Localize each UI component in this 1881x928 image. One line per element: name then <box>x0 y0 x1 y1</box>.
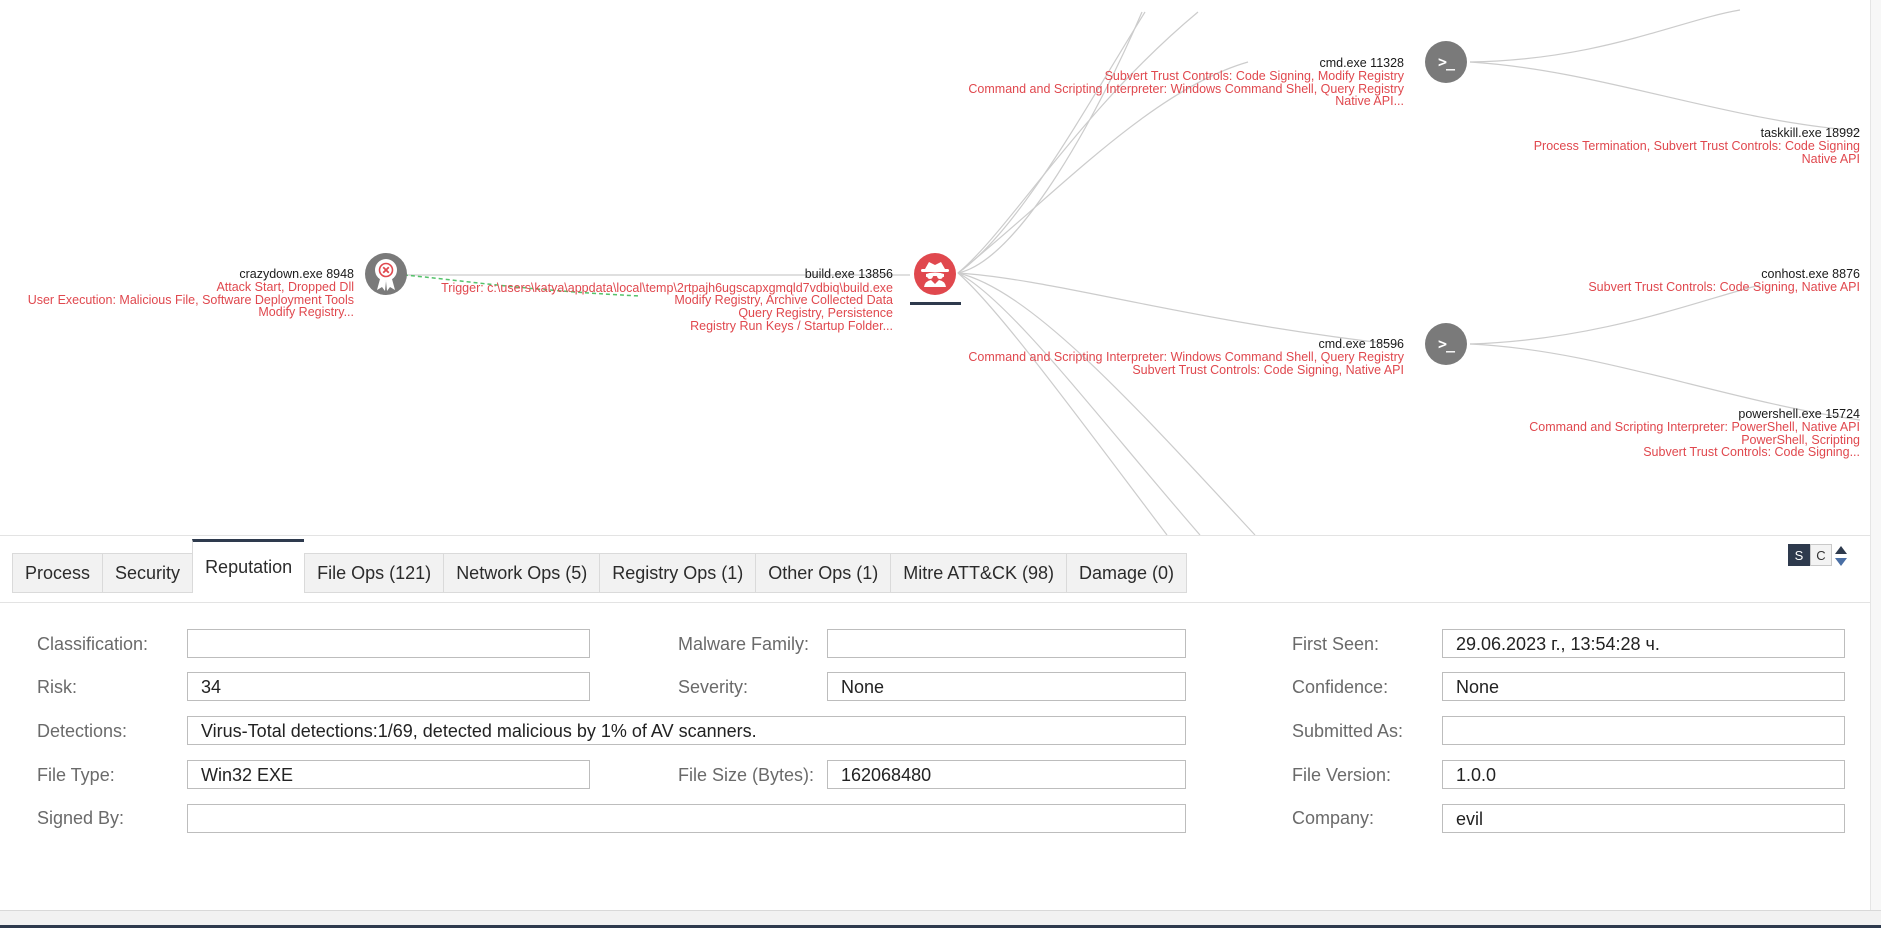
details-tabs: Process Security Reputation File Ops (12… <box>12 539 1188 593</box>
terminal-icon[interactable]: >_ <box>1425 41 1467 83</box>
company-field[interactable]: evil <box>1442 804 1845 833</box>
node-name: taskkill.exe 18992 <box>1760 126 1860 140</box>
technique-line: Process Termination, Subvert Trust Contr… <box>1533 138 1860 153</box>
malware-family-label: Malware Family: <box>678 634 810 654</box>
tab-other-ops[interactable]: Other Ops (1) <box>755 553 891 593</box>
vertical-scrollbar[interactable] <box>1870 0 1881 910</box>
tab-security[interactable]: Security <box>102 553 193 593</box>
tab-damage[interactable]: Damage (0) <box>1065 553 1188 593</box>
severity-label: Severity: <box>678 677 749 697</box>
node-cmd-18596-label: cmd.exe 18596 Command and Scripting Inte… <box>968 338 1404 376</box>
technique-line: Native API... <box>1335 94 1404 109</box>
risk-field[interactable]: 34 <box>187 672 590 701</box>
technique-line: Native API <box>1801 151 1860 166</box>
technique-line: Command and Scripting Interpreter: Windo… <box>968 349 1404 364</box>
submitted-as-field[interactable] <box>1442 716 1845 745</box>
technique-line: Modify Registry... <box>258 305 354 320</box>
terminal-icon[interactable]: >_ <box>1425 323 1467 365</box>
tab-file-ops[interactable]: File Ops (121) <box>304 553 444 593</box>
certificate-icon[interactable] <box>365 253 407 295</box>
first-seen-label: First Seen: <box>1292 634 1380 654</box>
malware-family-field[interactable] <box>827 629 1186 658</box>
node-crazydown-label: crazydown.exe 8948 Attack Start, Dropped… <box>28 268 354 319</box>
technique-line: Subvert Trust Controls: Code Signing, Na… <box>1132 362 1404 377</box>
node-name: powershell.exe 15724 <box>1738 407 1860 421</box>
status-bar <box>0 910 1881 928</box>
node-cmd-11328-label: cmd.exe 11328 Subvert Trust Controls: Co… <box>968 57 1404 108</box>
signed-by-field[interactable] <box>187 804 1186 833</box>
tab-reputation[interactable]: Reputation <box>192 539 305 593</box>
submitted-as-label: Submitted As: <box>1292 721 1404 741</box>
file-size-label: File Size (Bytes): <box>678 765 815 785</box>
sort-arrows-icon[interactable] <box>1834 544 1848 568</box>
selected-node-indicator <box>910 302 961 305</box>
technique-line: Subvert Trust Controls: Code Signing... <box>1643 445 1860 460</box>
spy-icon[interactable] <box>914 253 956 295</box>
node-conhost-label: conhost.exe 8876 Subvert Trust Controls:… <box>1588 268 1860 294</box>
signed-by-label: Signed By: <box>37 808 125 828</box>
detections-field[interactable]: Virus-Total detections:1/69, detected ma… <box>187 716 1186 745</box>
process-graph[interactable]: crazydown.exe 8948 Attack Start, Dropped… <box>0 0 1870 535</box>
technique-line: Subvert Trust Controls: Code Signing, Na… <box>1588 279 1860 294</box>
technique-line: Subvert Trust Controls: Code Signing, Mo… <box>1104 68 1404 83</box>
confidence-label: Confidence: <box>1292 677 1389 697</box>
node-name: cmd.exe 11328 <box>1319 56 1404 70</box>
c-toggle-button[interactable]: C <box>1810 544 1832 566</box>
detections-label: Detections: <box>37 721 128 741</box>
node-build-label: build.exe 13856 <box>805 268 893 281</box>
node-build-techniques: Modify Registry, Archive Collected Data … <box>674 294 893 332</box>
severity-field[interactable]: None <box>827 672 1186 701</box>
technique-line: Query Registry, Persistence <box>738 305 893 320</box>
file-size-field[interactable]: 162068480 <box>827 760 1186 789</box>
node-name: conhost.exe 8876 <box>1761 267 1860 281</box>
node-name: crazydown.exe 8948 <box>239 267 354 281</box>
node-powershell-label: powershell.exe 15724 Command and Scripti… <box>1529 408 1860 459</box>
node-name: build.exe 13856 <box>804 267 893 281</box>
tab-mitre-attack[interactable]: Mitre ATT&CK (98) <box>890 553 1066 593</box>
technique-line: Registry Run Keys / Startup Folder... <box>690 318 893 333</box>
technique-line: Command and Scripting Interpreter: Power… <box>1529 419 1860 434</box>
node-name: cmd.exe 18596 <box>1318 337 1404 351</box>
technique-line: Modify Registry, Archive Collected Data <box>674 293 893 307</box>
tab-divider <box>0 602 1870 603</box>
confidence-field[interactable]: None <box>1442 672 1845 701</box>
first-seen-field[interactable]: 29.06.2023 г., 13:54:28 ч. <box>1442 629 1845 658</box>
file-version-field[interactable]: 1.0.0 <box>1442 760 1845 789</box>
file-type-label: File Type: <box>37 765 115 785</box>
details-panel: Process Security Reputation File Ops (12… <box>0 535 1870 911</box>
classification-label: Classification: <box>37 634 149 654</box>
file-type-field[interactable]: Win32 EXE <box>187 760 590 789</box>
company-label: Company: <box>1292 808 1375 828</box>
file-version-label: File Version: <box>1292 765 1392 785</box>
risk-label: Risk: <box>37 677 77 697</box>
view-toggle: S C <box>1788 544 1832 566</box>
tab-network-ops[interactable]: Network Ops (5) <box>443 553 600 593</box>
classification-field[interactable] <box>187 629 590 658</box>
technique-line: Attack Start, Dropped Dll <box>216 279 354 294</box>
tab-registry-ops[interactable]: Registry Ops (1) <box>599 553 756 593</box>
s-toggle-button[interactable]: S <box>1788 544 1810 566</box>
node-taskkill-label: taskkill.exe 18992 Process Termination, … <box>1534 127 1860 165</box>
tab-process[interactable]: Process <box>12 553 103 593</box>
